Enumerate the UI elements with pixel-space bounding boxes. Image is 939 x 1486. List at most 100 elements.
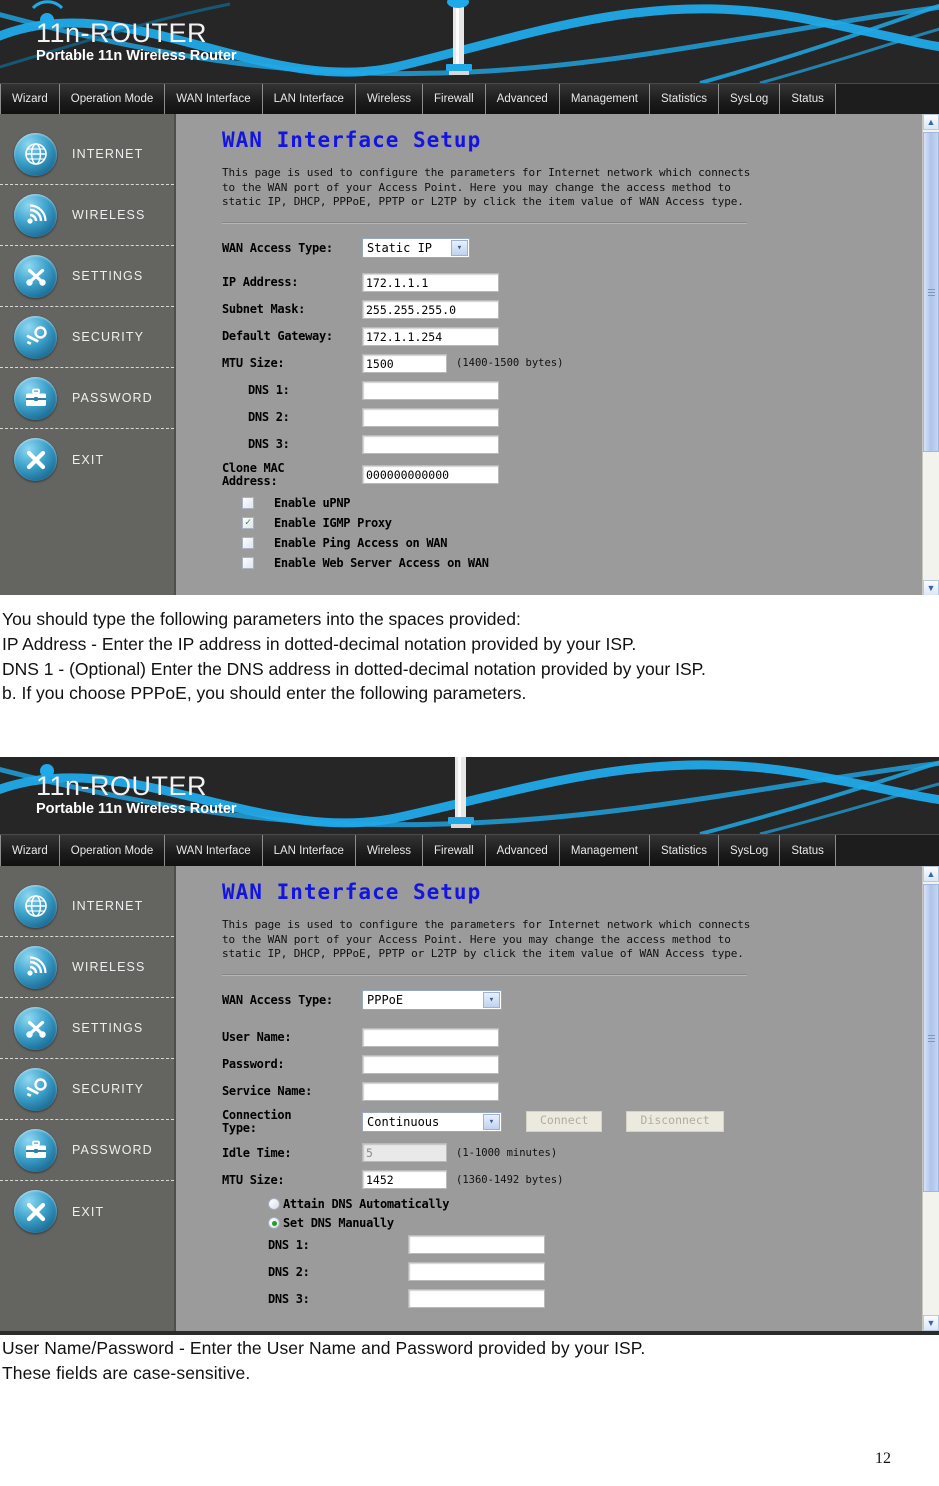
enable-ping-access-row: Enable Ping Access on WAN — [222, 536, 939, 550]
nav-tab-wizard[interactable]: Wizard — [0, 84, 60, 114]
dns3-label: DNS 3: — [248, 437, 290, 452]
sidebar-item-wireless[interactable]: WIRELESS — [0, 185, 174, 246]
connection-type-row: Connection Type: Continuous ▾ Connect Di… — [222, 1107, 939, 1136]
nav-tab-operation-mode[interactable]: Operation Mode — [59, 84, 166, 114]
nav-tab-management[interactable]: Management — [559, 835, 650, 866]
scrollbar-thumb[interactable] — [923, 132, 939, 452]
connect-button[interactable]: Connect — [526, 1111, 603, 1133]
enable-igmp-proxy-checkbox[interactable]: ✓ — [242, 517, 254, 530]
content-scrollbar[interactable]: ▲ ▼ — [922, 866, 939, 1331]
sidebar-item-internet[interactable]: INTERNET — [0, 876, 174, 937]
dns3-row: DNS 3: — [222, 434, 939, 454]
page-body: INTERNET WIRELESS SETTINGS SECURITY PASS… — [0, 866, 939, 1331]
enable-upnp-row: Enable uPNP — [222, 496, 939, 510]
clone-mac-input[interactable]: 000000000000 — [362, 465, 499, 485]
dns2-input[interactable] — [362, 407, 499, 427]
mtu-size-label: MTU Size: — [222, 356, 285, 371]
connection-type-select[interactable]: Continuous ▾ — [362, 1111, 502, 1132]
enable-web-server-access-row: Enable Web Server Access on WAN — [222, 556, 939, 570]
enable-web-server-access-checkbox[interactable] — [242, 557, 254, 570]
wan-access-type-row: WAN Access Type: Static IP ▾ — [222, 237, 939, 258]
connection-type-label-line1: Connection — [222, 1107, 292, 1122]
default-gateway-input[interactable]: 172.1.1.254 — [362, 326, 499, 346]
brand-banner: 11n-ROUTER Portable 11n Wireless Router — [0, 757, 939, 834]
scroll-down-button[interactable]: ▼ — [923, 580, 939, 595]
wan-access-type-select[interactable]: Static IP ▾ — [362, 237, 470, 258]
sidebar-item-password[interactable]: PASSWORD — [0, 368, 174, 429]
password-row: Password: — [222, 1054, 939, 1074]
globe-icon — [14, 132, 57, 176]
nav-tab-wan-interface[interactable]: WAN Interface — [165, 84, 263, 114]
scroll-down-button[interactable]: ▼ — [923, 1315, 939, 1331]
subnet-mask-input[interactable]: 255.255.255.0 — [362, 299, 499, 319]
router-screenshot-pppoe: 11n-ROUTER Portable 11n Wireless Router … — [0, 757, 939, 1335]
mtu-size-input[interactable]: 1500 — [362, 353, 447, 373]
content-scrollbar[interactable]: ▲ ▼ — [922, 114, 939, 595]
nav-tab-wireless[interactable]: Wireless — [355, 84, 424, 114]
main-navigation: Wizard Operation Mode WAN Interface LAN … — [0, 83, 939, 114]
nav-tab-label: LAN Interface — [273, 844, 344, 857]
sidebar-item-settings[interactable]: SETTINGS — [0, 246, 174, 307]
nav-tab-wizard[interactable]: Wizard — [0, 835, 60, 866]
sidebar-item-exit[interactable]: EXIT — [0, 1181, 174, 1242]
set-dns-manually-radio[interactable] — [268, 1217, 280, 1230]
nav-tab-status[interactable]: Status — [780, 835, 836, 866]
nav-tab-label: Wireless — [366, 844, 412, 857]
idle-time-row: Idle Time: 5 (1-1000 minutes) — [222, 1143, 939, 1163]
chevron-down-icon[interactable]: ▾ — [483, 991, 500, 1008]
nav-tab-statistics[interactable]: Statistics — [649, 835, 719, 866]
enable-upnp-checkbox[interactable] — [242, 497, 254, 510]
enable-ping-access-checkbox[interactable] — [242, 537, 254, 550]
disconnect-button[interactable]: Disconnect — [626, 1111, 724, 1133]
sidebar-item-password[interactable]: PASSWORD — [0, 1120, 174, 1181]
nav-tab-syslog[interactable]: SysLog — [718, 84, 781, 114]
nav-tab-status[interactable]: Status — [780, 84, 836, 114]
nav-tab-statistics[interactable]: Statistics — [649, 84, 719, 114]
scrollbar-thumb[interactable] — [923, 884, 939, 1192]
scroll-up-button[interactable]: ▲ — [923, 866, 939, 882]
pppoe-form: WAN Access Type: PPPoE ▾ User Name: Pass… — [222, 989, 939, 1309]
ip-address-input[interactable]: 172.1.1.1 — [362, 272, 499, 292]
nav-tab-advanced[interactable]: Advanced — [485, 84, 560, 114]
sidebar-item-security[interactable]: SECURITY — [0, 1059, 174, 1120]
scroll-up-button[interactable]: ▲ — [923, 114, 939, 130]
password-input[interactable] — [362, 1054, 499, 1074]
dns1-input[interactable] — [408, 1235, 545, 1255]
wan-access-type-select[interactable]: PPPoE ▾ — [362, 989, 502, 1010]
sidebar-item-internet[interactable]: INTERNET — [0, 124, 174, 185]
dns3-input[interactable] — [362, 434, 499, 454]
sidebar-item-settings[interactable]: SETTINGS — [0, 998, 174, 1059]
wan-access-type-label: WAN Access Type: — [222, 992, 333, 1007]
globe-icon — [14, 884, 57, 928]
nav-tab-advanced[interactable]: Advanced — [485, 835, 560, 866]
dns1-input[interactable] — [362, 380, 499, 400]
sidebar-item-exit[interactable]: EXIT — [0, 429, 174, 490]
dns3-label: DNS 3: — [268, 1291, 310, 1306]
nav-tab-wireless[interactable]: Wireless — [355, 835, 424, 866]
nav-tab-syslog[interactable]: SysLog — [718, 835, 781, 866]
nav-tab-label: Firewall — [434, 844, 474, 857]
sidebar-item-label: INTERNET — [72, 147, 144, 161]
user-name-input[interactable] — [362, 1027, 499, 1047]
dns3-input[interactable] — [408, 1289, 545, 1309]
chevron-down-icon[interactable]: ▾ — [451, 239, 468, 256]
idle-time-input[interactable]: 5 — [362, 1143, 447, 1163]
nav-tab-lan-interface[interactable]: LAN Interface — [262, 84, 356, 114]
nav-tab-operation-mode[interactable]: Operation Mode — [59, 835, 166, 866]
nav-tab-firewall[interactable]: Firewall — [423, 835, 486, 866]
chevron-down-icon[interactable]: ▾ — [483, 1113, 500, 1130]
nav-tab-wan-interface[interactable]: WAN Interface — [165, 835, 263, 866]
sidebar-item-wireless[interactable]: WIRELESS — [0, 937, 174, 998]
instructions-middle: You should type the following parameters… — [2, 608, 932, 707]
nav-tab-firewall[interactable]: Firewall — [423, 84, 486, 114]
attain-dns-automatically-radio[interactable] — [268, 1198, 280, 1211]
enable-ping-access-label: Enable Ping Access on WAN — [274, 536, 448, 551]
mtu-size-input[interactable]: 1452 — [362, 1170, 447, 1190]
dns2-input[interactable] — [408, 1262, 545, 1282]
enable-igmp-proxy-label: Enable IGMP Proxy — [274, 516, 392, 531]
service-name-input[interactable] — [362, 1081, 499, 1101]
nav-tab-management[interactable]: Management — [559, 84, 650, 114]
wifi-signal-icon — [14, 945, 57, 989]
sidebar-item-security[interactable]: SECURITY — [0, 307, 174, 368]
nav-tab-lan-interface[interactable]: LAN Interface — [262, 835, 356, 866]
